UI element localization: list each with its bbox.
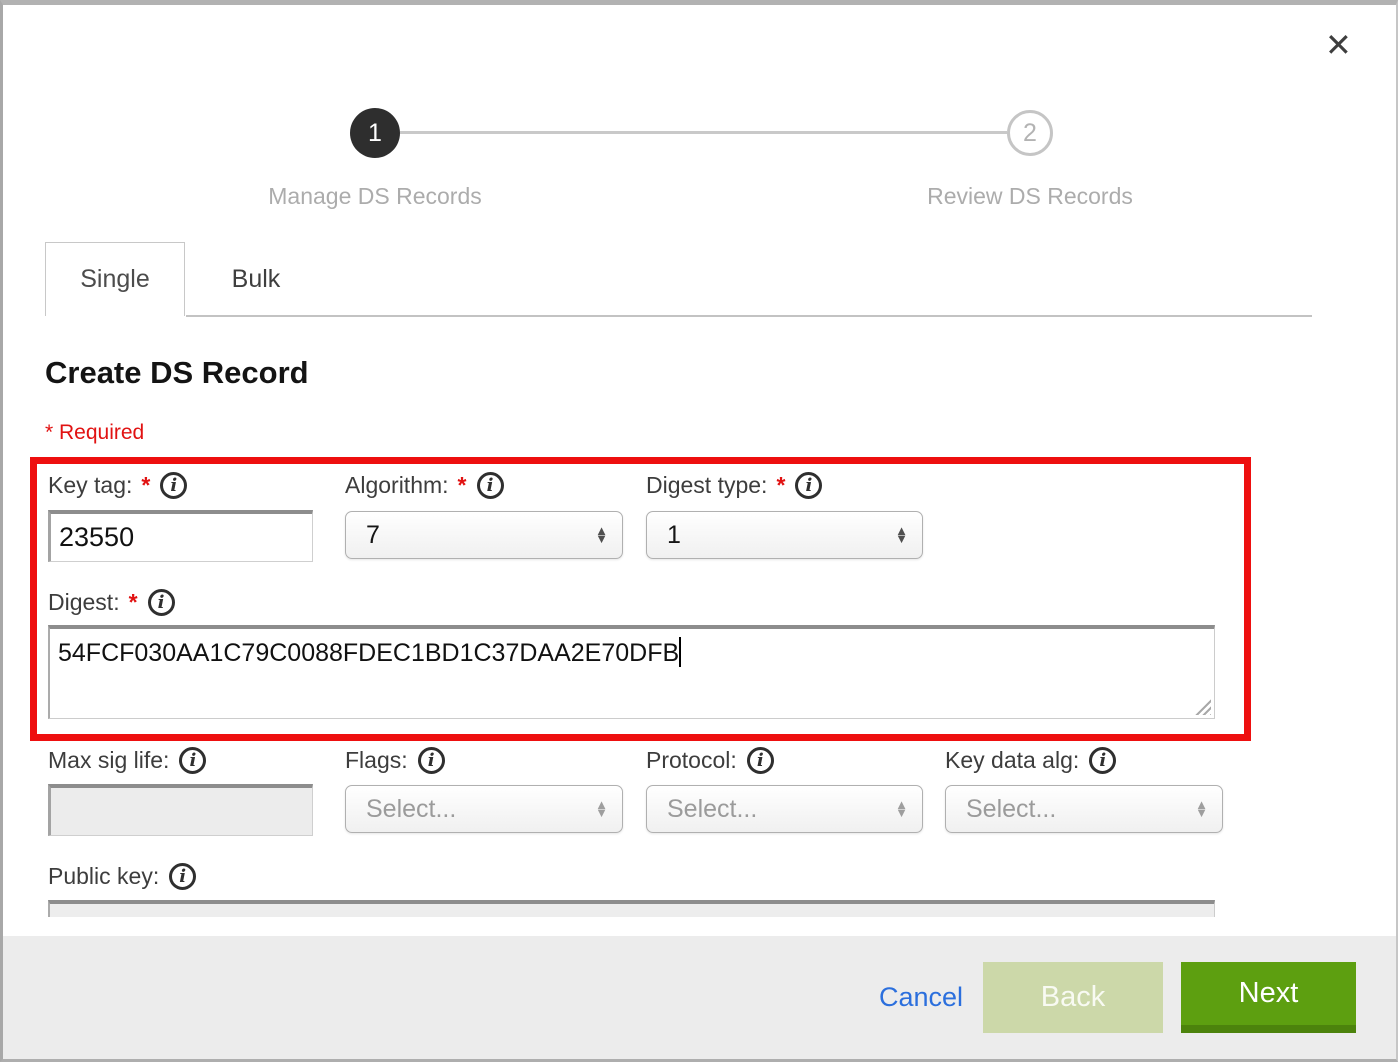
modal-footer: Cancel Back Next — [3, 936, 1396, 1059]
public-key-info-icon[interactable]: i — [169, 863, 196, 890]
required-note: * Required — [45, 421, 144, 445]
select-spinner-icon: ▲▼ — [895, 801, 908, 817]
required-asterisk: * — [458, 472, 467, 499]
key-tag-label: Key tag: — [48, 472, 132, 499]
algorithm-label: Algorithm: — [345, 472, 449, 499]
tab-single-label: Single — [80, 265, 150, 294]
page-title: Create DS Record — [45, 355, 309, 391]
stepper-step-1-label: Manage DS Records — [225, 183, 525, 210]
required-asterisk: * — [141, 472, 150, 499]
create-ds-record-modal: ✕ 1 2 Manage DS Records Review DS Record… — [0, 0, 1398, 1062]
cancel-button[interactable]: Cancel — [879, 982, 963, 1013]
digest-type-label-row: Digest type: * i — [646, 472, 822, 499]
stepper-connector-line — [400, 131, 1007, 134]
stepper-step-2-number: 2 — [1023, 119, 1037, 148]
select-spinner-icon: ▲▼ — [595, 801, 608, 817]
key-tag-info-icon[interactable]: i — [160, 472, 187, 499]
flags-info-icon[interactable]: i — [418, 747, 445, 774]
public-key-label-row: Public key: i — [48, 863, 196, 890]
select-spinner-icon: ▲▼ — [595, 527, 608, 543]
key-data-alg-info-icon[interactable]: i — [1089, 747, 1116, 774]
key-data-alg-select[interactable]: Select... ▲▼ — [945, 785, 1223, 833]
protocol-label-row: Protocol: i — [646, 747, 774, 774]
protocol-label: Protocol: — [646, 747, 737, 774]
algorithm-label-row: Algorithm: * i — [345, 472, 504, 499]
flags-label-row: Flags: i — [345, 747, 445, 774]
back-button[interactable]: Back — [983, 962, 1163, 1033]
tab-bulk[interactable]: Bulk — [185, 242, 327, 316]
flags-label: Flags: — [345, 747, 408, 774]
key-data-alg-label-row: Key data alg: i — [945, 747, 1116, 774]
max-sig-life-input[interactable] — [48, 784, 313, 836]
digest-value: 54FCF030AA1C79C0088FDEC1BD1C37DAA2E70DFB — [58, 639, 679, 667]
digest-info-icon[interactable]: i — [148, 589, 175, 616]
select-spinner-icon: ▲▼ — [1195, 801, 1208, 817]
public-key-textarea[interactable] — [48, 900, 1215, 917]
digest-label: Digest: — [48, 589, 120, 616]
resize-handle[interactable] — [1194, 698, 1211, 715]
digest-textarea[interactable]: 54FCF030AA1C79C0088FDEC1BD1C37DAA2E70DFB — [48, 625, 1215, 719]
algorithm-select[interactable]: 7 ▲▼ — [345, 511, 623, 559]
stepper-step-1-number: 1 — [368, 119, 382, 148]
protocol-select-value: Select... — [667, 795, 895, 824]
protocol-select[interactable]: Select... ▲▼ — [646, 785, 923, 833]
public-key-label: Public key: — [48, 863, 159, 890]
key-tag-label-row: Key tag: * i — [48, 472, 187, 499]
required-asterisk: * — [129, 589, 138, 616]
max-sig-life-info-icon[interactable]: i — [179, 747, 206, 774]
key-data-alg-label: Key data alg: — [945, 747, 1079, 774]
digest-type-label: Digest type: — [646, 472, 767, 499]
digest-type-select-value: 1 — [667, 521, 895, 550]
stepper-step-2-label: Review DS Records — [880, 183, 1180, 210]
flags-select-value: Select... — [366, 795, 595, 824]
next-button[interactable]: Next — [1181, 962, 1356, 1033]
digest-type-info-icon[interactable]: i — [795, 472, 822, 499]
text-caret — [679, 637, 681, 667]
required-asterisk: * — [776, 472, 785, 499]
select-spinner-icon: ▲▼ — [895, 527, 908, 543]
tab-bottom-divider — [186, 315, 1312, 317]
flags-select[interactable]: Select... ▲▼ — [345, 785, 623, 833]
digest-type-select[interactable]: 1 ▲▼ — [646, 511, 923, 559]
max-sig-life-label-row: Max sig life: i — [48, 747, 206, 774]
key-data-alg-select-value: Select... — [966, 795, 1195, 824]
close-icon[interactable]: ✕ — [1325, 29, 1352, 61]
max-sig-life-label: Max sig life: — [48, 747, 169, 774]
key-tag-input[interactable] — [48, 510, 313, 562]
stepper-step-2-circle: 2 — [1007, 110, 1053, 156]
digest-label-row: Digest: * i — [48, 589, 175, 616]
stepper-step-1-circle: 1 — [350, 108, 400, 158]
protocol-info-icon[interactable]: i — [747, 747, 774, 774]
tab-single[interactable]: Single — [45, 242, 185, 316]
algorithm-select-value: 7 — [366, 521, 595, 550]
tab-bulk-label: Bulk — [232, 265, 281, 294]
algorithm-info-icon[interactable]: i — [477, 472, 504, 499]
